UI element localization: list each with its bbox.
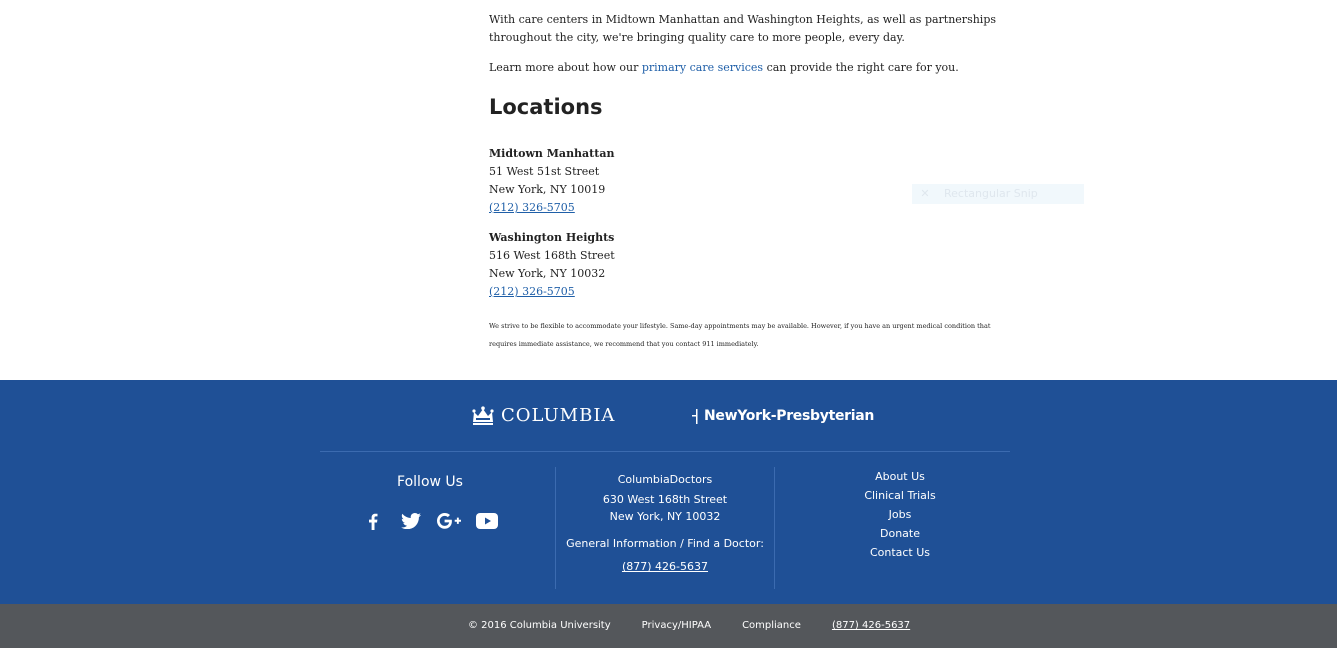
rectangular-snip-overlay[interactable]: ✕ Rectangular Snip	[912, 184, 1084, 204]
contact-general-info: General Information / Find a Doctor:	[566, 537, 764, 550]
contact-street: 630 West 168th Street	[602, 493, 728, 506]
contact-city: New York, NY 10032	[609, 510, 721, 523]
footer-links: About Us Clinical Trials Jobs Donate Con…	[800, 467, 1000, 562]
bottom-phone-link[interactable]: (877) 426-5637	[832, 620, 910, 631]
footer-link-contact-us[interactable]: Contact Us	[800, 543, 1000, 562]
location-washington-heights: Washington Heights 516 West 168th Street…	[489, 229, 615, 301]
contact-info: ColumbiaDoctors 630 West 168th Street Ne…	[556, 471, 774, 573]
columbia-logo[interactable]: COLUMBIA	[471, 404, 615, 428]
follow-us-section: Follow Us	[340, 473, 520, 531]
privacy-hipaa-link[interactable]: Privacy/HIPAA	[642, 620, 711, 631]
social-icons	[340, 511, 520, 531]
footer-link-donate[interactable]: Donate	[800, 524, 1000, 543]
location-midtown: Midtown Manhattan 51 West 51st Street Ne…	[489, 145, 614, 217]
location-street: 516 West 168th Street	[489, 249, 615, 262]
contact-phone-link[interactable]: (877) 426-5637	[622, 560, 708, 573]
close-icon[interactable]: ✕	[920, 184, 930, 204]
learn-more-suffix: can provide the right care for you.	[763, 61, 959, 74]
nyp-logo[interactable]: NewYork-Presbyterian	[690, 406, 874, 426]
learn-more-paragraph: Learn more about how our primary care se…	[489, 59, 1049, 77]
location-street: 51 West 51st Street	[489, 165, 600, 178]
facebook-icon[interactable]	[361, 511, 385, 531]
intro-paragraph: With care centers in Midtown Manhattan a…	[489, 13, 997, 44]
compliance-link[interactable]: Compliance	[742, 620, 801, 631]
footer-link-about-us[interactable]: About Us	[800, 467, 1000, 486]
footer-link-jobs[interactable]: Jobs	[800, 505, 1000, 524]
location-name: Washington Heights	[489, 231, 615, 244]
location-phone-link[interactable]: (212) 326-5705	[489, 199, 614, 217]
location-city: New York, NY 10032	[489, 267, 606, 280]
nyp-mark-icon	[692, 409, 698, 424]
contact-name: ColumbiaDoctors	[617, 473, 713, 486]
bottom-bar: © 2016 Columbia University Privacy/HIPAA…	[0, 604, 1337, 648]
learn-more-prefix: Learn more about how our	[489, 61, 642, 74]
footer-divider	[320, 451, 1010, 452]
location-name: Midtown Manhattan	[489, 147, 615, 160]
page: With care centers in Midtown Manhattan a…	[0, 0, 1337, 648]
bottom-bar-items: © 2016 Columbia University Privacy/HIPAA…	[468, 620, 910, 631]
location-phone-link[interactable]: (212) 326-5705	[489, 283, 615, 301]
locations-heading: Locations	[489, 95, 603, 119]
location-city: New York, NY 10019	[489, 183, 606, 196]
site-footer: COLUMBIA NewYork-Presbyterian Follow Us	[0, 380, 1337, 604]
columbia-logo-text: COLUMBIA	[501, 405, 616, 426]
footer-link-clinical-trials[interactable]: Clinical Trials	[800, 486, 1000, 505]
twitter-icon[interactable]	[399, 511, 423, 531]
follow-us-title: Follow Us	[397, 474, 463, 490]
google-plus-icon[interactable]	[437, 511, 461, 531]
primary-care-services-link[interactable]: primary care services	[642, 61, 763, 74]
snip-label: Rectangular Snip	[944, 187, 1038, 200]
crown-icon	[472, 406, 494, 425]
disclaimer-text: We strive to be flexible to accommodate …	[489, 322, 991, 348]
column-divider	[774, 467, 775, 589]
copyright-text: © 2016 Columbia University	[468, 620, 611, 631]
youtube-icon[interactable]	[475, 511, 499, 531]
nyp-logo-text: NewYork-Presbyterian	[704, 408, 875, 424]
